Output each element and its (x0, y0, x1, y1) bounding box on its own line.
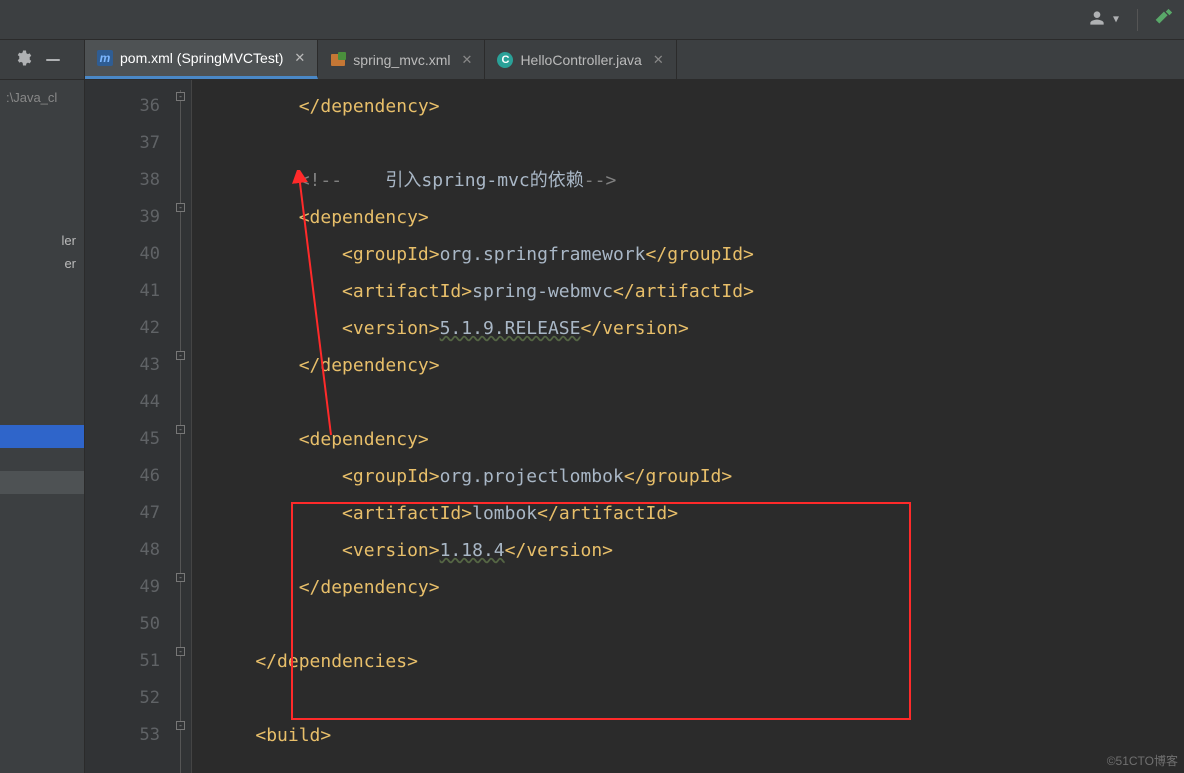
toolbar-divider (1137, 9, 1138, 31)
user-icon[interactable] (1087, 8, 1107, 32)
fold-marker[interactable]: - (176, 203, 185, 212)
fold-marker[interactable]: - (176, 647, 185, 656)
fold-marker[interactable]: - (176, 351, 185, 360)
tab-bar: m pom.xml (SpringMVCTest) ✕ spring_mvc.x… (0, 40, 1184, 80)
class-file-icon: C (497, 52, 513, 68)
tree-item-selected[interactable] (0, 425, 84, 448)
tab-label: HelloController.java (520, 52, 641, 68)
top-toolbar: ▼ (0, 0, 1184, 40)
tab-label: pom.xml (SpringMVCTest) (120, 50, 283, 66)
fold-marker[interactable]: - (176, 573, 185, 582)
tree-item[interactable] (0, 471, 84, 494)
maven-file-icon: m (97, 50, 113, 66)
tab-label: spring_mvc.xml (353, 52, 450, 68)
tab-pom-xml[interactable]: m pom.xml (SpringMVCTest) ✕ (85, 40, 318, 79)
annotation-highlight-box (291, 502, 911, 720)
build-icon[interactable] (1152, 7, 1174, 33)
fold-marker[interactable]: - (176, 425, 185, 434)
tool-window-controls (0, 40, 85, 79)
tree-item[interactable] (0, 448, 84, 471)
xml-file-icon (330, 52, 346, 68)
close-icon[interactable]: ✕ (462, 52, 473, 68)
work-area: :\Java_cl ler er 363738 394041 424344 45… (0, 80, 1184, 773)
code-editor[interactable]: 363738 394041 424344 454647 484950 51525… (85, 80, 1184, 773)
project-path: :\Java_cl (0, 86, 84, 109)
tree-item[interactable]: ler (0, 229, 84, 252)
minimize-icon[interactable] (46, 59, 60, 61)
gear-icon[interactable] (14, 49, 32, 71)
tree-item[interactable]: er (0, 252, 84, 275)
fold-marker[interactable]: - (176, 721, 185, 730)
chevron-down-icon[interactable]: ▼ (1113, 14, 1119, 25)
fold-marker[interactable]: - (176, 92, 185, 101)
fold-column[interactable]: - - - - - - - (170, 80, 192, 773)
close-icon[interactable]: ✕ (294, 50, 305, 66)
line-gutter: 363738 394041 424344 454647 484950 51525… (85, 80, 170, 773)
close-icon[interactable]: ✕ (653, 52, 664, 68)
watermark: ©51CTO博客 (1107, 752, 1178, 769)
tab-hello-controller[interactable]: C HelloController.java ✕ (485, 40, 676, 79)
tab-spring-mvc-xml[interactable]: spring_mvc.xml ✕ (318, 40, 485, 79)
project-sidebar[interactable]: :\Java_cl ler er (0, 80, 85, 773)
